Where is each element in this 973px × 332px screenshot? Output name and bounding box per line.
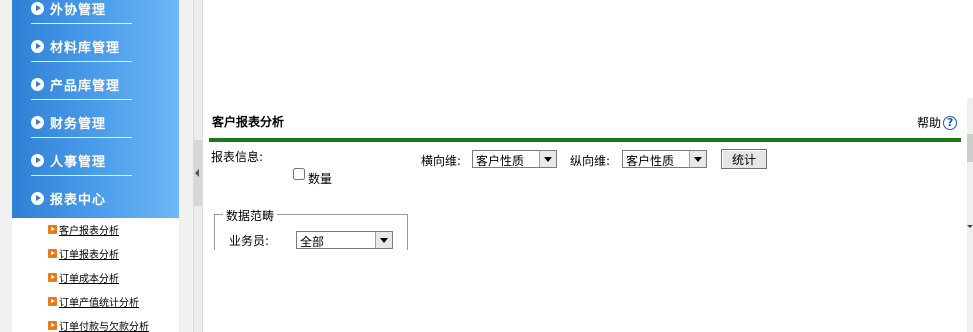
page-title: 客户报表分析 — [212, 115, 285, 129]
nav-divider — [31, 61, 132, 62]
nav-item-label: 报表中心 — [50, 193, 107, 208]
salesman-value: 全部 — [300, 235, 325, 249]
bullet-icon — [31, 192, 44, 205]
submenu-item-order-output[interactable]: 订单产值统计分析 — [48, 290, 139, 312]
title-divider — [209, 138, 961, 142]
nav-divider — [31, 99, 132, 100]
nav-divider — [31, 137, 132, 138]
help-label: 帮助 — [917, 116, 942, 130]
content-blank-area — [209, 250, 959, 332]
nav-divider — [31, 23, 132, 24]
nav-item-finance[interactable]: 财务管理 — [12, 105, 179, 143]
submenu-item-order-report[interactable]: 订单报表分析 — [48, 242, 119, 264]
nav-item-label: 人事管理 — [50, 155, 107, 170]
report-info-label: 报表信息: — [211, 150, 264, 164]
horizontal-dimension-value: 客户性质 — [476, 154, 525, 168]
submenu-item-order-cost[interactable]: 订单成本分析 — [48, 266, 119, 288]
arrow-right-icon — [48, 248, 57, 258]
salesman-select[interactable]: 全部 — [296, 231, 393, 249]
horizontal-dimension-select[interactable]: 客户性质 — [472, 150, 557, 168]
submenu-item-order-payment[interactable]: 订单付款与欠款分析 — [48, 314, 149, 332]
bullet-icon — [31, 40, 44, 53]
submenu-item-customer-report[interactable]: 客户报表分析 — [48, 218, 119, 240]
left-navigation: 外协管理 材料库管理 产品库管理 财务管理 人事管理 报表中心 客户报表分析 订… — [0, 0, 193, 332]
chevron-down-icon — [689, 151, 706, 167]
quantity-label: 数量 — [308, 172, 333, 186]
nav-item-product-warehouse[interactable]: 产品库管理 — [12, 67, 179, 105]
nav-item-personnel[interactable]: 人事管理 — [12, 143, 179, 181]
help-link[interactable]: 帮助 ? — [917, 114, 958, 131]
nav-menu-panel: 外协管理 材料库管理 产品库管理 财务管理 人事管理 报表中心 — [12, 0, 179, 218]
nav-item-outsourcing[interactable]: 外协管理 — [12, 0, 179, 29]
salesman-label: 业务员: — [229, 234, 270, 248]
nav-item-material-warehouse[interactable]: 材料库管理 — [12, 29, 179, 67]
chevron-down-icon — [375, 232, 392, 248]
report-submenu: 客户报表分析 订单报表分析 订单成本分析 订单产值统计分析 订单付款与欠款分析 — [12, 218, 179, 332]
bullet-icon — [31, 154, 44, 167]
nav-item-label: 产品库管理 — [50, 79, 121, 94]
bullet-icon — [31, 2, 44, 15]
bullet-icon — [31, 78, 44, 91]
help-icon: ? — [943, 115, 958, 130]
data-range-legend: 数据范畴 — [223, 207, 278, 224]
arrow-right-icon — [48, 272, 57, 282]
chevron-down-icon — [539, 151, 556, 167]
arrow-right-icon — [48, 296, 57, 306]
arrow-right-icon — [48, 224, 57, 234]
nav-item-label: 外协管理 — [50, 3, 107, 18]
collapse-sidebar-button[interactable] — [194, 140, 202, 206]
bullet-icon — [31, 116, 44, 129]
nav-item-report-center[interactable]: 报表中心 — [12, 181, 179, 219]
scrollbar-thumb[interactable] — [967, 134, 973, 162]
submenu-item-label: 订单报表分析 — [59, 249, 119, 261]
quantity-checkbox[interactable] — [293, 168, 305, 180]
nav-item-label: 材料库管理 — [50, 41, 121, 56]
submenu-item-label: 订单付款与欠款分析 — [59, 321, 149, 332]
vertical-dimension-label: 纵向维: — [570, 154, 611, 168]
scroll-down-arrow-icon[interactable] — [967, 222, 973, 232]
submenu-item-label: 客户报表分析 — [59, 225, 119, 237]
submenu-item-label: 订单成本分析 — [59, 273, 119, 285]
statistics-button[interactable]: 统计 — [721, 149, 767, 169]
horizontal-dimension-label: 横向维: — [421, 154, 462, 168]
nav-divider — [31, 175, 132, 176]
arrow-right-icon — [48, 320, 57, 330]
nav-item-label: 财务管理 — [50, 117, 107, 132]
submenu-item-label: 订单产值统计分析 — [59, 297, 139, 309]
vertical-dimension-select[interactable]: 客户性质 — [622, 150, 707, 168]
vertical-dimension-value: 客户性质 — [626, 154, 675, 168]
